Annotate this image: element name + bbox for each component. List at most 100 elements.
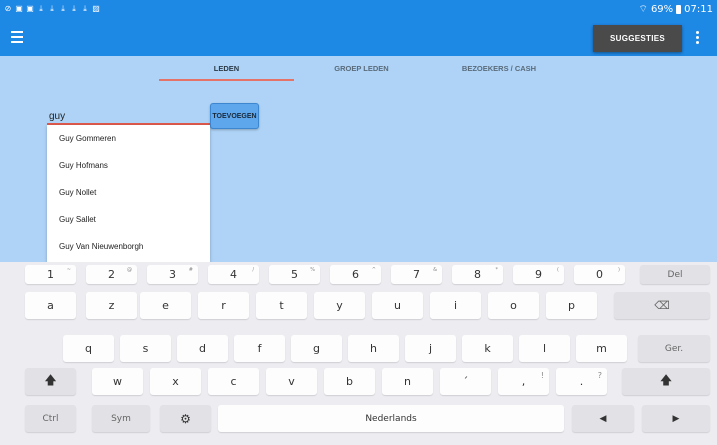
member-search-input[interactable] [47, 110, 211, 125]
download-icon: ⤓ [72, 4, 76, 13]
key-l[interactable]: l [519, 335, 570, 362]
key-h[interactable]: h [348, 335, 399, 362]
key-a[interactable]: a [25, 292, 76, 319]
download-icon: ⤓ [50, 4, 54, 13]
shift-arrow-icon[interactable]: 🡅 [622, 368, 710, 395]
download-icon: ⤓ [39, 4, 43, 13]
key-label: 1 [47, 268, 54, 281]
app-bar: SUGGESTIES [0, 18, 717, 56]
key-8[interactable]: 8 * [452, 265, 503, 284]
key-6[interactable]: 6 ^ [330, 265, 381, 284]
key-n[interactable]: n [382, 368, 433, 395]
key-label: 3 [169, 268, 176, 281]
key-r[interactable]: r [198, 292, 249, 319]
image-icon: ▨ [92, 4, 100, 13]
key-m[interactable]: m [576, 335, 627, 362]
key-9[interactable]: 9( [513, 265, 564, 284]
key-b[interactable]: b [324, 368, 375, 395]
key-label: 6 [352, 268, 359, 281]
key-i[interactable]: i [430, 292, 481, 319]
key-e[interactable]: e [140, 292, 191, 319]
battery-percent: 69% [650, 3, 674, 15]
overflow-menu-icon[interactable] [692, 29, 702, 45]
suggestion-dropdown: Guy Gommeren Guy Hofmans Guy Nollet Guy … [47, 125, 210, 262]
key-o[interactable]: o [488, 292, 539, 319]
ctrl-key[interactable]: Ctrl [25, 405, 76, 432]
key-c[interactable]: c [208, 368, 259, 395]
key-1[interactable]: 1 ~ [25, 265, 76, 284]
space-key[interactable]: Nederlands [218, 405, 564, 432]
tab-leden[interactable]: LEDEN [159, 64, 294, 73]
key-alt-label: * [495, 267, 499, 273]
key-v[interactable]: v [266, 368, 317, 395]
active-tab-indicator [159, 79, 294, 81]
suggestion-item[interactable]: Guy Sallet [47, 206, 210, 233]
key-7[interactable]: 7 & [391, 265, 442, 284]
key-k[interactable]: k [462, 335, 513, 362]
tab-groep-leden[interactable]: GROEP LEDEN [294, 64, 429, 73]
suggestion-item[interactable]: Guy Hofmans [47, 152, 210, 179]
clock: 07:11 [684, 3, 713, 15]
battery-icon [676, 4, 682, 14]
suggestion-item[interactable]: Guy Nollet [47, 179, 210, 206]
left-arrow-icon[interactable]: ◀ [572, 405, 634, 432]
key-t[interactable]: t [256, 292, 307, 319]
key-comma[interactable]: ,! [498, 368, 549, 395]
key-z[interactable]: z [86, 292, 137, 319]
enter-key[interactable]: Ger. [638, 335, 710, 362]
add-button[interactable]: TOEVOEGEN [210, 103, 259, 129]
key-alt-label: ^ [371, 267, 376, 273]
key-alt-label: ? [597, 371, 602, 380]
suggestion-item[interactable]: Guy Gommeren [47, 125, 210, 152]
key-q[interactable]: q [63, 335, 114, 362]
key-alt-label: / [252, 267, 254, 273]
key-label: 9 [535, 268, 542, 281]
notification-icon: ▣ [15, 4, 23, 13]
key-2[interactable]: 2 @ [86, 265, 137, 284]
key-alt-label: % [310, 267, 315, 273]
tab-bezoekers-cash[interactable]: BEZOEKERS / CASH [429, 64, 569, 73]
key-4[interactable]: 4/ [208, 265, 259, 284]
right-arrow-icon[interactable]: ▶ [642, 405, 710, 432]
delete-key[interactable]: Del [640, 265, 710, 284]
key-label: . [579, 375, 584, 388]
wifi-icon: ⌔ [638, 3, 648, 15]
key-label: 4 [230, 268, 237, 281]
key-f[interactable]: f [234, 335, 285, 362]
status-bar: ⊘ ▣ ▣ ⤓ ⤓ ⤓ ⤓ ⤓ ▨ ⌔ 69% 07:11 [0, 0, 717, 18]
notification-icon: ▣ [26, 4, 34, 13]
key-w[interactable]: w [92, 368, 143, 395]
suggestions-button[interactable]: SUGGESTIES [593, 25, 682, 52]
key-label: 0 [596, 268, 603, 281]
key-label: 8 [474, 268, 481, 281]
key-label: 2 [108, 268, 115, 281]
hamburger-menu-icon[interactable] [11, 28, 25, 46]
key-j[interactable]: j [405, 335, 456, 362]
key-period[interactable]: .? [556, 368, 607, 395]
backspace-icon[interactable]: ⌫ [614, 292, 710, 319]
key-accent[interactable]: ´ [440, 368, 491, 395]
sym-key[interactable]: Sym [92, 405, 150, 432]
suggestion-item[interactable]: Guy Van Nieuwenborgh [47, 233, 210, 260]
key-5[interactable]: 5% [269, 265, 320, 284]
key-u[interactable]: u [372, 292, 423, 319]
key-g[interactable]: g [291, 335, 342, 362]
notification-icon: ⊘ [4, 4, 12, 13]
key-3[interactable]: 3 # [147, 265, 198, 284]
gear-icon[interactable]: ⚙ [160, 405, 211, 432]
download-icon: ⤓ [61, 4, 65, 13]
key-label: , [521, 375, 526, 388]
main-content: LEDEN GROEP LEDEN BEZOEKERS / CASH TOEVO… [0, 56, 717, 262]
on-screen-keyboard: 1 ~ 2 @ 3 # 4/ 5% 6 ^ 7 & 8 * 9( 0) Del a z e … [0, 262, 717, 445]
key-x[interactable]: x [150, 368, 201, 395]
key-s[interactable]: s [120, 335, 171, 362]
key-p[interactable]: p [546, 292, 597, 319]
key-y[interactable]: y [314, 292, 365, 319]
key-d[interactable]: d [177, 335, 228, 362]
key-0[interactable]: 0) [574, 265, 625, 284]
key-alt-label: ( [557, 267, 559, 273]
shift-arrow-icon[interactable]: 🡅 [25, 368, 76, 395]
key-alt-label: @ [127, 267, 132, 273]
key-label: 7 [413, 268, 420, 281]
download-icon: ⤓ [83, 4, 87, 13]
